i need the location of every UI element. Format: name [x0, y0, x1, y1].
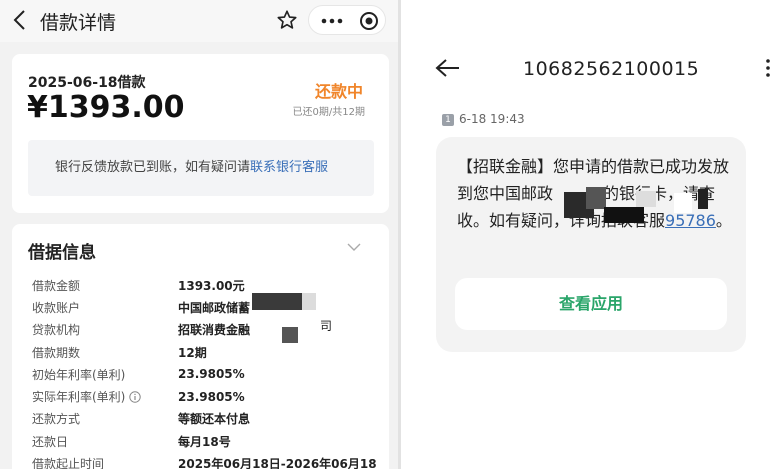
redaction-mask	[604, 207, 644, 223]
redaction-mask	[252, 292, 302, 310]
row-value: 每月18号	[178, 434, 231, 449]
more-icon[interactable]	[321, 18, 343, 24]
info-row-period: 借款起止时间 2025年06月18日-2026年06月18	[32, 452, 377, 469]
more-vertical-icon[interactable]	[765, 58, 771, 78]
loan-summary-card: 2025-06-18借款 ¥1393.00 还款中 已还0期/共12期 银行反馈…	[12, 54, 389, 213]
row-value: 等额还本付息	[178, 412, 251, 427]
loan-detail-panel: 借款详情 2025-06-18借款 ¥1393.00 还款中 已还0期/共12期…	[0, 0, 398, 469]
status-badge: 还款中	[314, 82, 363, 101]
contact-bank-link[interactable]: 联系银行客服	[250, 160, 328, 175]
row-label: 实际年利率(单利)	[32, 388, 178, 405]
loan-date: 2025-06-18借款	[28, 75, 146, 91]
notice-text: 银行反馈放款已到账，如有疑问请	[55, 160, 251, 175]
row-label: 初始年利率(单利)	[32, 367, 126, 382]
redaction-mask	[698, 189, 708, 209]
redaction-mask	[302, 292, 316, 310]
chevron-down-icon[interactable]	[347, 242, 361, 252]
row-label: 收款账户	[32, 300, 81, 315]
row-value: 1393.00元	[178, 278, 245, 293]
row-label: 借款金额	[32, 278, 81, 293]
sender-number: 10682562100015	[523, 58, 700, 80]
info-row-initial-rate: 初始年利率(单利) 23.9805%	[32, 363, 377, 385]
redaction-mask	[636, 191, 656, 207]
redaction-mask	[674, 193, 692, 213]
close-target-icon[interactable]	[359, 11, 379, 31]
row-label: 借款起止时间	[32, 457, 105, 469]
message-bubble: 【招联金融】您申请的借款已成功发放到您中国邮政 的银行卡，请查收。如有疑问，详询招…	[436, 137, 746, 352]
redaction-mask	[282, 327, 298, 344]
info-row-method: 还款方式 等额还本付息	[32, 408, 377, 430]
info-row-due-day: 还款日 每月18号	[32, 430, 377, 452]
row-value: 招联消费金融司	[178, 319, 332, 344]
info-icon[interactable]	[129, 390, 142, 403]
row-value: 12期	[178, 345, 207, 360]
repayment-periods: 已还0期/共12期	[292, 107, 365, 118]
row-label: 还款日	[32, 434, 69, 449]
mini-program-capsule	[308, 5, 386, 35]
row-label: 贷款机构	[32, 323, 81, 338]
sim-card-icon: 1	[442, 114, 454, 126]
top-bar: 借款详情	[0, 0, 398, 42]
redaction-mask	[586, 187, 606, 209]
back-icon[interactable]	[10, 8, 32, 32]
info-row-account: 收款账户 中国邮政储蓄	[32, 292, 377, 318]
row-value: 中国邮政储蓄	[178, 292, 316, 316]
row-value: 2025年06月18日-2026年06月18	[178, 457, 377, 469]
loan-amount: ¥1393.00	[27, 90, 185, 125]
view-app-button[interactable]: 查看应用	[455, 278, 727, 330]
star-icon[interactable]	[276, 9, 298, 31]
message-time: 6-18 19:43	[459, 112, 525, 126]
row-label: 还款方式	[32, 412, 81, 427]
info-row-amount: 借款金额 1393.00元	[32, 274, 377, 296]
page-title: 借款详情	[40, 12, 117, 34]
loan-info-rows: 借款金额 1393.00元 收款账户 中国邮政储蓄 贷款机构 招联消费金融司 借…	[32, 274, 377, 469]
lender-suffix: 司	[320, 319, 333, 334]
row-label: 借款期数	[32, 345, 81, 360]
back-arrow-icon[interactable]	[435, 58, 461, 78]
disbursement-notice: 银行反馈放款已到账，如有疑问请联系银行客服	[28, 140, 374, 196]
service-number-link[interactable]: 95786	[665, 211, 716, 230]
info-row-lender: 贷款机构 招联消费金融司	[32, 319, 377, 344]
row-value: 23.9805%	[178, 389, 245, 404]
section-title: 借据信息	[28, 243, 96, 263]
info-row-actual-rate: 实际年利率(单利) 23.9805%	[32, 385, 377, 407]
info-row-term: 借款期数 12期	[32, 341, 377, 363]
sms-panel: 10682562100015 1 6-18 19:43 【招联金融】您申请的借款…	[401, 0, 777, 469]
row-value: 23.9805%	[178, 367, 245, 382]
loan-info-card: 借据信息 借款金额 1393.00元 收款账户 中国邮政储蓄 贷款机构 招联消费…	[12, 224, 389, 469]
